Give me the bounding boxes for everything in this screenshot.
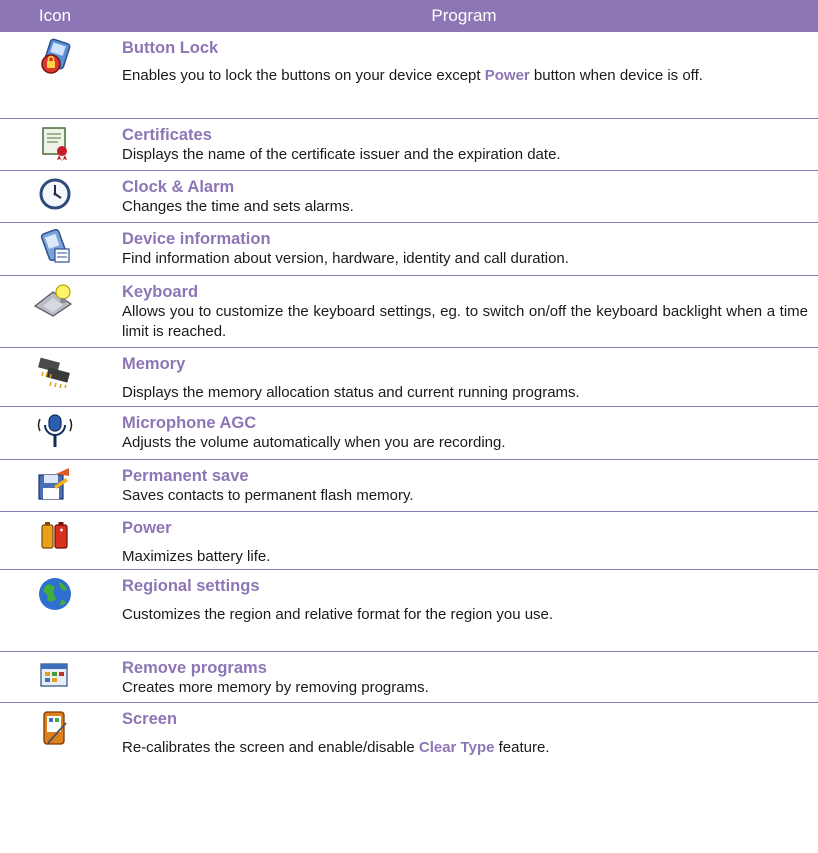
row-title: Certificates [122,126,212,144]
row-title: Remove programs [122,659,267,677]
button-lock-icon [0,32,110,76]
table-row: Button Lock Enables you to lock the butt… [0,32,818,119]
table-row: Certificates Displays the name of the ce… [0,119,818,171]
table-row: Memory Displays the memory allocation st… [0,348,818,407]
table-row: Screen Re-calibrates the screen and enab… [0,703,818,789]
table-row: Keyboard Allows you to customize the key… [0,276,818,348]
screen-icon [0,703,110,749]
row-title: Regional settings [122,577,260,595]
globe-icon [0,570,110,612]
remove-programs-icon [0,652,110,692]
row-title: Button Lock [122,39,219,57]
row-description: Saves contacts to permanent flash memory… [122,487,414,504]
table-row: Microphone AGC Adjusts the volume automa… [0,407,818,460]
header-icon-column: Icon [38,6,72,25]
keyboard-icon [0,276,110,318]
clock-icon [0,171,110,211]
row-description: Find information about version, hardware… [122,250,569,267]
row-description: Displays the name of the certificate iss… [122,146,561,163]
microphone-icon [0,407,110,451]
permanent-save-icon [0,460,110,502]
row-title: Device information [122,230,271,248]
row-description: Creates more memory by removing programs… [122,679,429,696]
row-description: Changes the time and sets alarms. [122,198,354,215]
row-title: Memory [122,355,186,373]
row-description: Customizes the region and relative forma… [122,606,554,623]
certificates-icon [0,119,110,161]
row-description: Maximizes battery life. [122,548,271,565]
table-header: Icon Program [0,0,818,32]
power-keyword: Power [484,67,530,84]
table-row: Power Maximizes battery life. [0,512,818,570]
row-title: Keyboard [122,283,199,301]
row-description: Allows you to customize the keyboard set… [122,303,808,340]
row-description: Displays the memory allocation status an… [122,384,580,401]
table-row: Regional settings Customizes the region … [0,570,818,652]
table-row: Clock & Alarm Changes the time and sets … [0,171,818,223]
battery-icon [0,512,110,552]
header-program-column: Program [431,6,497,25]
memory-icon [0,348,110,388]
row-description: Re-calibrates the screen and enable/disa… [122,739,550,756]
row-title: Clock & Alarm [122,178,235,196]
row-title: Microphone AGC [122,414,257,432]
clear-type-keyword: Clear Type [418,739,495,756]
row-description: Enables you to lock the buttons on your … [122,67,703,84]
row-title: Screen [122,710,178,728]
device-information-icon [0,223,110,265]
table-row: Device information Find information abou… [0,223,818,276]
row-description: Adjusts the volume automatically when yo… [122,434,506,451]
row-title: Power [122,519,172,537]
table-row: Remove programs Creates more memory by r… [0,652,818,703]
table-row: Permanent save Saves contacts to permane… [0,460,818,512]
settings-program-table: Icon Program Button Lock Enables you to … [0,0,818,789]
row-title: Permanent save [122,467,249,485]
